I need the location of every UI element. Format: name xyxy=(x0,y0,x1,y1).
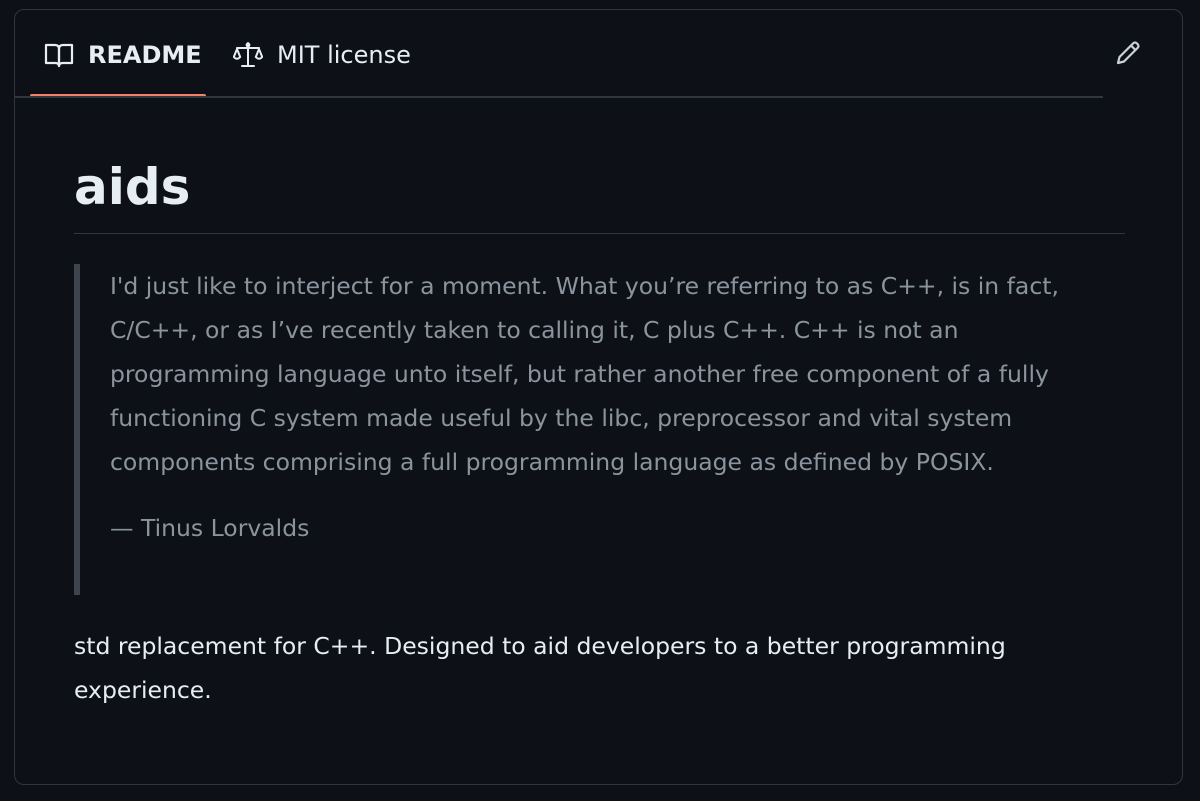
tab-readme-label: README xyxy=(88,40,202,69)
edit-readme-button[interactable] xyxy=(1109,36,1147,74)
readme-title: aids xyxy=(74,160,1125,234)
pencil-icon xyxy=(1114,39,1142,71)
project-description: std replacement for C++. Designed to aid… xyxy=(74,632,1006,704)
book-icon xyxy=(44,40,74,70)
quote-block: I'd just like to interject for a moment.… xyxy=(74,264,1125,595)
readme-content: aids I'd just like to interject for a mo… xyxy=(74,160,1125,712)
quote-author: — Tinus Lorvalds xyxy=(110,514,310,542)
scale-icon xyxy=(233,40,263,70)
readme-panel: README MIT license aids I'd just like to… xyxy=(14,9,1183,785)
quote-text: I'd just like to interject for a moment.… xyxy=(110,272,1059,476)
tab-bar-divider xyxy=(15,96,1103,98)
tab-license[interactable]: MIT license xyxy=(233,10,433,99)
tab-license-label: MIT license xyxy=(277,40,411,69)
tab-bar: README MIT license xyxy=(15,10,1182,99)
tab-readme[interactable]: README xyxy=(30,10,206,99)
